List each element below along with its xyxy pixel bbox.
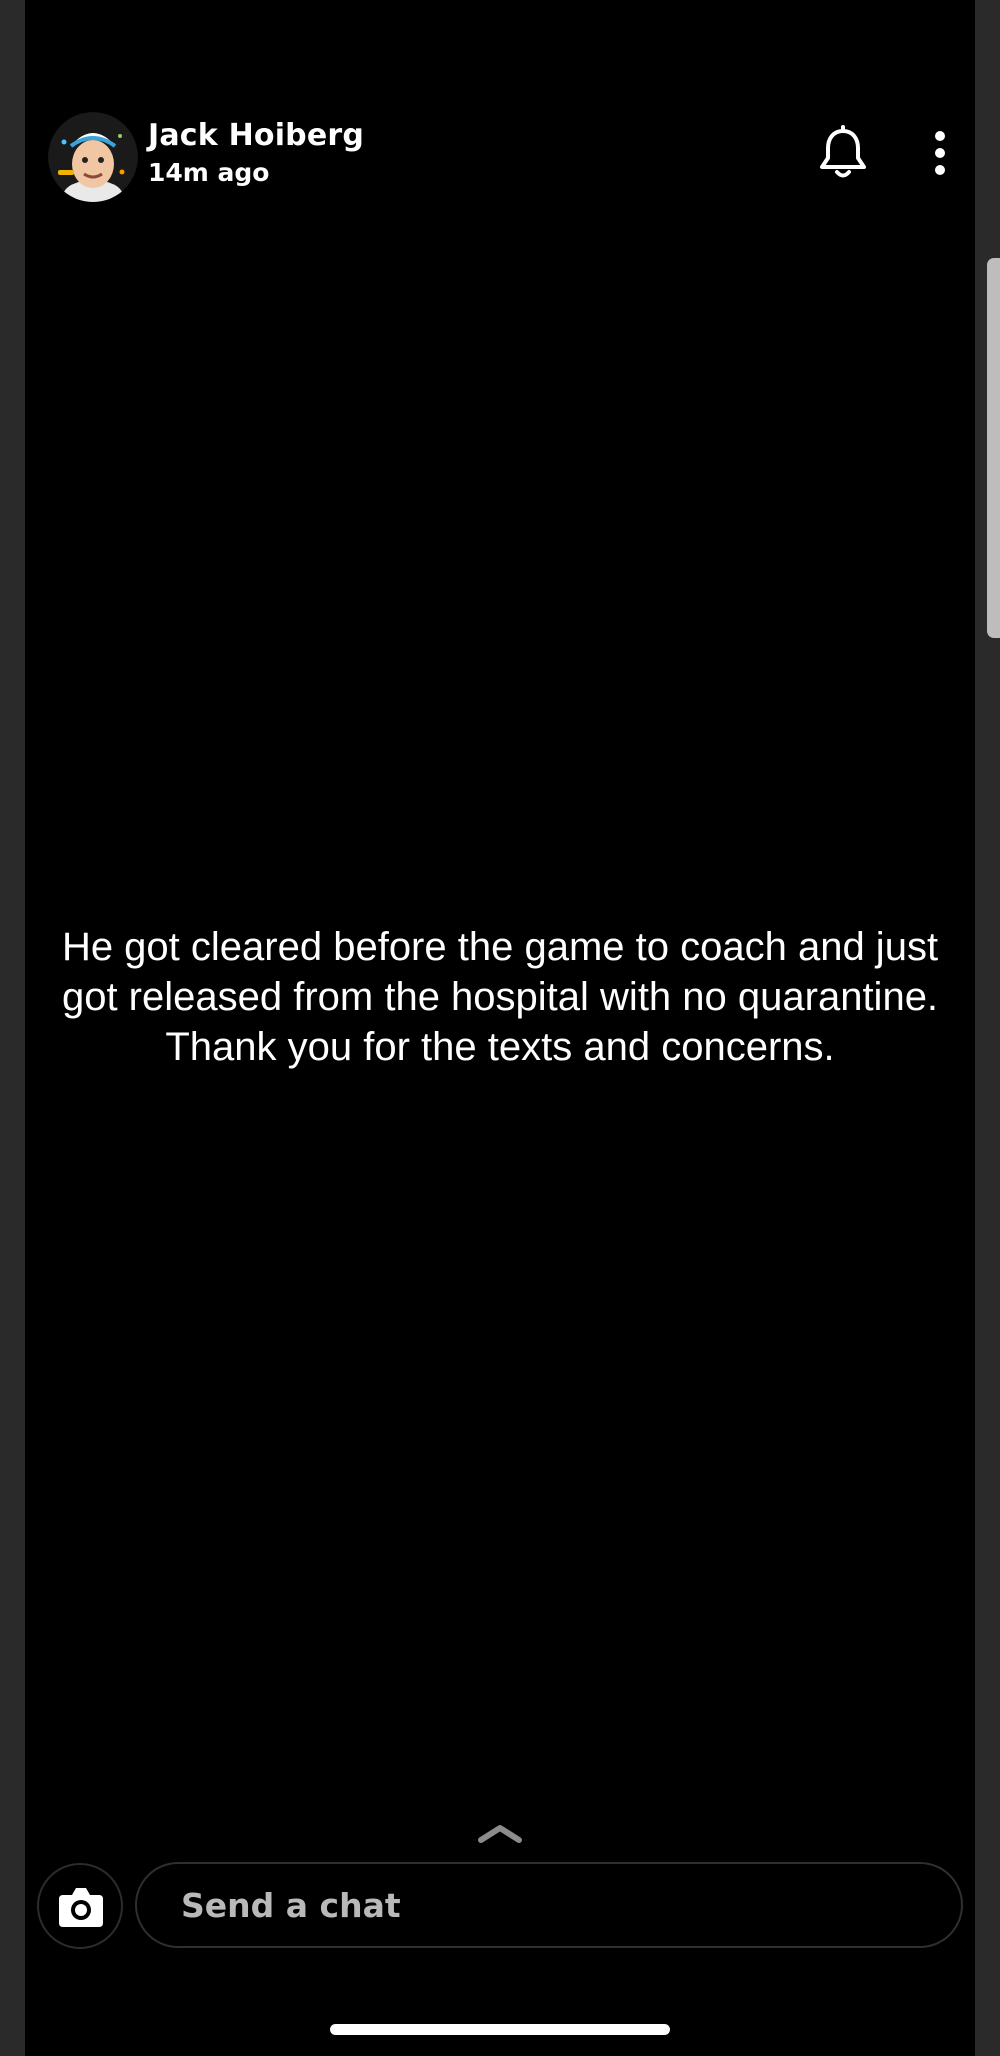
swipe-up-button[interactable] (477, 1820, 523, 1846)
chat-placeholder: Send a chat (181, 1886, 401, 1925)
story-caption: He got cleared before the game to coach … (61, 925, 939, 1069)
bitmoji-avatar-icon (48, 112, 138, 202)
home-indicator[interactable] (330, 2024, 670, 2035)
camera-button[interactable] (37, 1863, 123, 1949)
avatar[interactable] (48, 112, 138, 202)
chat-input[interactable]: Send a chat (135, 1862, 963, 1948)
story-viewer: Jack Hoiberg 14m ago He got cleared befo… (25, 0, 975, 2056)
more-vertical-icon (935, 131, 945, 175)
more-options-button[interactable] (925, 125, 955, 181)
notification-bell-button[interactable] (817, 125, 869, 181)
story-timestamp: 14m ago (148, 158, 270, 187)
user-name[interactable]: Jack Hoiberg (148, 118, 364, 153)
camera-icon (59, 1888, 103, 1927)
chevron-up-icon (478, 1825, 522, 1843)
bell-icon (820, 125, 866, 178)
scroll-indicator[interactable] (987, 258, 1000, 638)
